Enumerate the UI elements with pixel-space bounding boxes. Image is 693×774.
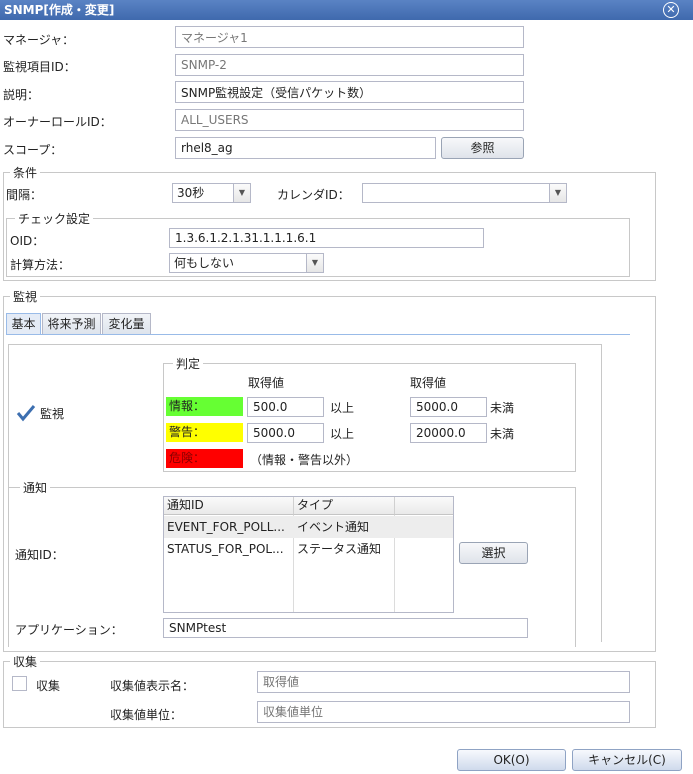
monitor-legend: 監視 [10,290,41,304]
scope-label: スコープ： [3,143,63,157]
monitor-checkbox-label: 監視 [40,407,65,421]
notify-select-button[interactable]: 選択 [459,542,528,564]
oid-label: OID： [10,234,45,248]
manager-field[interactable] [175,26,524,48]
description-field[interactable] [175,81,524,103]
checkmark-icon[interactable] [16,403,36,423]
chevron-down-icon: ▼ [233,184,250,202]
warning-ge-label: 以上 [330,427,355,441]
owner-role-label: オーナーロールID： [3,115,112,129]
tab-change-amount[interactable]: 変化量 [102,313,151,335]
critical-label: 危険： [169,451,206,465]
scope-field[interactable] [175,137,436,159]
calc-method-label: 計算方法： [10,258,71,272]
unit-field[interactable] [257,701,630,723]
info-ge-label: 以上 [330,401,355,415]
notify-legend: 通知 [20,481,51,495]
info-lt-label: 未満 [490,401,515,415]
info-upper-field[interactable] [410,397,487,417]
cancel-button[interactable]: キャンセル(C) [572,749,682,771]
notify-col-id[interactable]: 通知ID [164,497,294,515]
window-title-bar: SNMP[作成・変更] [0,0,693,20]
unit-label: 収集値単位： [110,708,183,722]
notify-col-type[interactable]: タイプ [294,497,395,515]
oid-field[interactable] [169,228,484,248]
application-field[interactable] [163,618,528,638]
tab-forecast[interactable]: 将来予測 [42,313,101,335]
application-label: アプリケーション： [15,623,123,637]
collect-checkbox[interactable] [12,676,27,691]
owner-role-field[interactable] [175,109,524,131]
display-name-field[interactable] [257,671,630,693]
condition-legend: 条件 [10,166,41,180]
interval-value: 30秒 [177,186,205,200]
info-label: 情報： [169,399,206,413]
tab-strip-line [6,334,630,335]
warning-color-box: 警告： [166,423,243,442]
notify-row-type: イベント通知 [297,520,370,534]
close-icon[interactable]: ✕ [663,2,679,18]
calendar-label: カレンダID： [277,188,350,202]
chevron-down-icon: ▼ [306,254,323,272]
ok-button[interactable]: OK(O) [457,749,566,771]
judgement-legend: 判定 [173,357,204,371]
notify-id-label: 通知ID： [15,548,64,562]
warning-lt-label: 未満 [490,427,515,441]
check-settings-legend: チェック設定 [15,212,94,226]
notify-row-id: STATUS_FOR_POL... [167,542,284,556]
notify-col-empty [395,497,453,515]
notify-table: 通知ID タイプ EVENT_FOR_POLL... イベント通知 STATUS… [163,496,454,613]
value-header-lower: 取得値 [248,376,285,390]
scope-browse-button[interactable]: 参照 [441,137,524,159]
warning-label: 警告： [169,425,206,439]
tab-basic[interactable]: 基本 [6,313,41,335]
monitor-id-field[interactable] [175,54,524,76]
warning-upper-field[interactable] [410,423,487,443]
manager-label: マネージャ： [3,33,75,47]
interval-select[interactable]: 30秒 ▼ [172,183,251,203]
calc-method-select[interactable]: 何もしない ▼ [169,253,324,273]
warning-lower-field[interactable] [247,423,324,443]
description-label: 説明： [3,88,40,102]
notify-row-id: EVENT_FOR_POLL... [167,520,285,534]
chevron-down-icon: ▼ [549,184,566,202]
calc-method-value: 何もしない [174,256,235,270]
info-lower-field[interactable] [247,397,324,417]
window-title: SNMP[作成・変更] [4,3,115,17]
info-color-box: 情報： [166,397,243,416]
critical-color-box: 危険： [166,449,243,468]
notify-row-type: ステータス通知 [297,542,382,556]
interval-label: 間隔： [6,188,43,202]
value-header-upper: 取得値 [410,376,447,390]
monitor-id-label: 監視項目ID： [3,60,76,74]
critical-note: （情報・警告以外） [250,453,359,467]
display-name-label: 収集値表示名： [110,679,195,693]
collect-checkbox-label: 収集 [36,679,61,693]
calendar-select[interactable]: ▼ [362,183,567,203]
collect-legend: 収集 [10,655,41,669]
